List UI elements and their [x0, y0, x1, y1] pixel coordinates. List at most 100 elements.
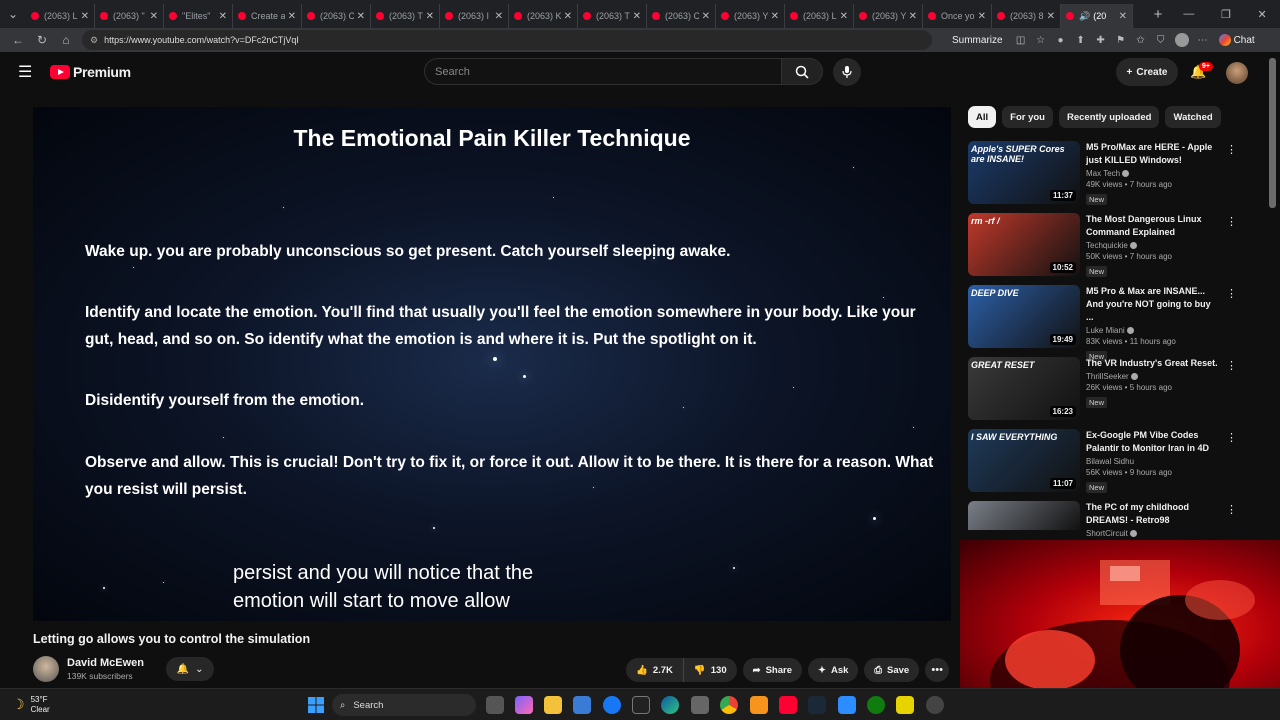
video-player[interactable]: The Emotional Pain Killer Technique Wake… — [33, 107, 951, 621]
recommendation-item[interactable]: GREAT RESET 16:23 The VR Industry's Great … — [968, 357, 1268, 421]
hamburger-menu-icon[interactable]: ☰ — [18, 62, 38, 82]
save-button[interactable]: ⎙ Save — [864, 658, 920, 682]
chrome-icon[interactable] — [720, 696, 738, 714]
dislike-button[interactable]: 👎 130 — [683, 658, 737, 682]
puzzle-icon[interactable]: ✚ — [1091, 35, 1111, 46]
filter-chip[interactable]: Watched — [1165, 106, 1221, 128]
more-vert-icon[interactable]: ⋮ — [1226, 503, 1237, 516]
notes-icon[interactable] — [896, 696, 914, 714]
recommendation-item[interactable]: Apple's SUPER Cores are INSANE! 11:37 M5 P… — [968, 141, 1268, 205]
channel-name[interactable]: David McEwen — [67, 657, 144, 669]
recommendation-channel[interactable]: Max Tech — [1086, 169, 1218, 178]
video-thumbnail[interactable] — [968, 501, 1080, 530]
browser-tab[interactable]: (2063) L ✕ — [785, 4, 854, 28]
recommendation-item[interactable]: DEEP DIVE 19:49 M5 Pro & Max are INSANE...… — [968, 285, 1268, 362]
browser-tab[interactable]: (2063) K ✕ — [509, 4, 578, 28]
weather-widget[interactable]: ☽ 53°F Clear — [12, 695, 50, 715]
new-tab-button[interactable]: + — [1146, 6, 1170, 23]
browser-tab[interactable]: (2063) Y ✕ — [716, 4, 785, 28]
taskbar-search[interactable]: ⌕ Search — [332, 694, 476, 716]
windows-start-icon[interactable] — [308, 697, 324, 713]
reload-icon[interactable]: ↻ — [30, 33, 54, 47]
like-button[interactable]: 👍 2.7K — [626, 658, 684, 682]
page-scrollbar[interactable] — [1269, 58, 1276, 208]
browser-tab[interactable]: (2063) Y ✕ — [854, 4, 923, 28]
more-vert-icon[interactable]: ⋮ — [1226, 215, 1237, 228]
profile-avatar[interactable] — [1174, 33, 1189, 47]
video-thumbnail[interactable]: GREAT RESET 16:23 — [968, 357, 1080, 420]
browser-tab[interactable]: (2063) L ✕ — [26, 4, 95, 28]
bookmark-star-icon[interactable]: ☆ — [1031, 35, 1051, 46]
speaker-icon[interactable]: 🔊 — [1079, 11, 1090, 22]
recommendation-item[interactable]: The PC of my childhood DREAMS! - Retro98… — [968, 501, 1268, 538]
recommendation-title[interactable]: The PC of my childhood DREAMS! - Retro98 — [1086, 501, 1218, 527]
restore-icon[interactable]: ❐ — [1221, 8, 1231, 21]
browser-tab[interactable]: 🔊 (20 ✕ — [1061, 4, 1133, 28]
recommendation-item[interactable]: I SAW EVERYTHING 11:07 Ex-Google PM Vibe C… — [968, 429, 1268, 493]
browser-tab[interactable]: (2063) C ✕ — [302, 4, 371, 28]
tab-close-icon[interactable]: ✕ — [702, 11, 710, 22]
recommendation-title[interactable]: The VR Industry's Great Reset. — [1086, 357, 1218, 370]
recommendation-channel[interactable]: ShortCircuit — [1086, 529, 1218, 538]
filter-chip[interactable]: All — [968, 106, 997, 128]
tab-close-icon[interactable]: ✕ — [357, 11, 365, 22]
more-vert-icon[interactable]: ⋮ — [1226, 287, 1237, 300]
vpn-icon[interactable]: ● — [1051, 35, 1071, 46]
summarize-button[interactable]: Summarize — [952, 35, 1003, 46]
browser-tab[interactable]: Once yo ✕ — [923, 4, 992, 28]
youtube-logo[interactable]: Premium — [50, 64, 131, 80]
tab-close-icon[interactable]: ✕ — [1119, 11, 1127, 22]
more-vert-icon[interactable]: ⋮ — [1226, 431, 1237, 444]
copilot-app-icon[interactable] — [515, 696, 533, 714]
tab-close-icon[interactable]: ✕ — [1047, 11, 1055, 22]
tab-close-icon[interactable]: ✕ — [81, 11, 89, 22]
chat-button[interactable]: Chat — [1218, 34, 1255, 46]
tab-close-icon[interactable]: ✕ — [219, 11, 227, 22]
browser-tab[interactable]: (2063) T ✕ — [371, 4, 440, 28]
browser-tab[interactable]: (2063) T ✕ — [578, 4, 647, 28]
browser-tab[interactable]: (2063) I ✕ — [440, 4, 509, 28]
recommendation-item[interactable]: rm -rf / 10:52 The Most Dangerous Linux Co… — [968, 213, 1268, 277]
recommendation-title[interactable]: The Most Dangerous Linux Command Explain… — [1086, 213, 1218, 239]
minimize-icon[interactable]: — — [1183, 8, 1194, 21]
tab-close-icon[interactable]: ✕ — [978, 11, 986, 22]
recommendation-title[interactable]: Ex-Google PM Vibe Codes Palantir to Moni… — [1086, 429, 1218, 455]
recommendation-title[interactable]: M5 Pro/Max are HERE - Apple just KILLED … — [1086, 141, 1218, 167]
filter-chip[interactable]: Recently uploaded — [1058, 106, 1160, 128]
channel-avatar[interactable] — [33, 656, 59, 682]
tab-search-icon[interactable]: ⌄ — [0, 0, 26, 28]
recommendation-channel[interactable]: Bilawal Sidhu — [1086, 457, 1218, 466]
facebook-icon[interactable] — [603, 696, 621, 714]
tab-close-icon[interactable]: ✕ — [633, 11, 641, 22]
video-thumbnail[interactable]: Apple's SUPER Cores are INSANE! 11:37 — [968, 141, 1080, 204]
favorites-icon[interactable]: ✩ — [1131, 35, 1151, 46]
task-view-icon[interactable] — [486, 696, 504, 714]
tab-close-icon[interactable]: ✕ — [909, 11, 917, 22]
app-icon[interactable] — [838, 696, 856, 714]
account-avatar[interactable] — [1226, 62, 1248, 84]
more-menu-icon[interactable]: ⋯ — [1193, 35, 1213, 46]
file-explorer-icon[interactable] — [544, 696, 562, 714]
more-vert-icon[interactable]: ⋮ — [1226, 143, 1237, 156]
edge-icon[interactable] — [661, 696, 679, 714]
tab-close-icon[interactable]: ✕ — [150, 11, 158, 22]
video-thumbnail[interactable]: I SAW EVERYTHING 11:07 — [968, 429, 1080, 492]
recommendation-title[interactable]: M5 Pro & Max are INSANE... And you're NO… — [1086, 285, 1218, 324]
xbox-icon[interactable] — [867, 696, 885, 714]
tab-close-icon[interactable]: ✕ — [771, 11, 779, 22]
search-button[interactable] — [781, 58, 823, 85]
share-button[interactable]: ➦ Share — [742, 658, 802, 682]
browser-tab[interactable]: (2063) " ✕ — [95, 4, 164, 28]
browser-tab[interactable]: Create a ✕ — [233, 4, 302, 28]
store-icon[interactable] — [573, 696, 591, 714]
tab-close-icon[interactable]: ✕ — [840, 11, 848, 22]
shield-icon[interactable]: ⛉ — [1151, 35, 1171, 46]
collections-icon[interactable]: ⚑ — [1111, 35, 1131, 46]
home-icon[interactable]: ⌂ — [54, 33, 78, 47]
more-actions-button[interactable]: ••• — [925, 658, 950, 682]
tab-close-icon[interactable]: ✕ — [426, 11, 434, 22]
close-window-icon[interactable]: ✕ — [1257, 8, 1266, 21]
browser-tab[interactable]: (2063) C ✕ — [647, 4, 716, 28]
tab-close-icon[interactable]: ✕ — [564, 11, 572, 22]
settings-gear-icon[interactable] — [926, 696, 944, 714]
